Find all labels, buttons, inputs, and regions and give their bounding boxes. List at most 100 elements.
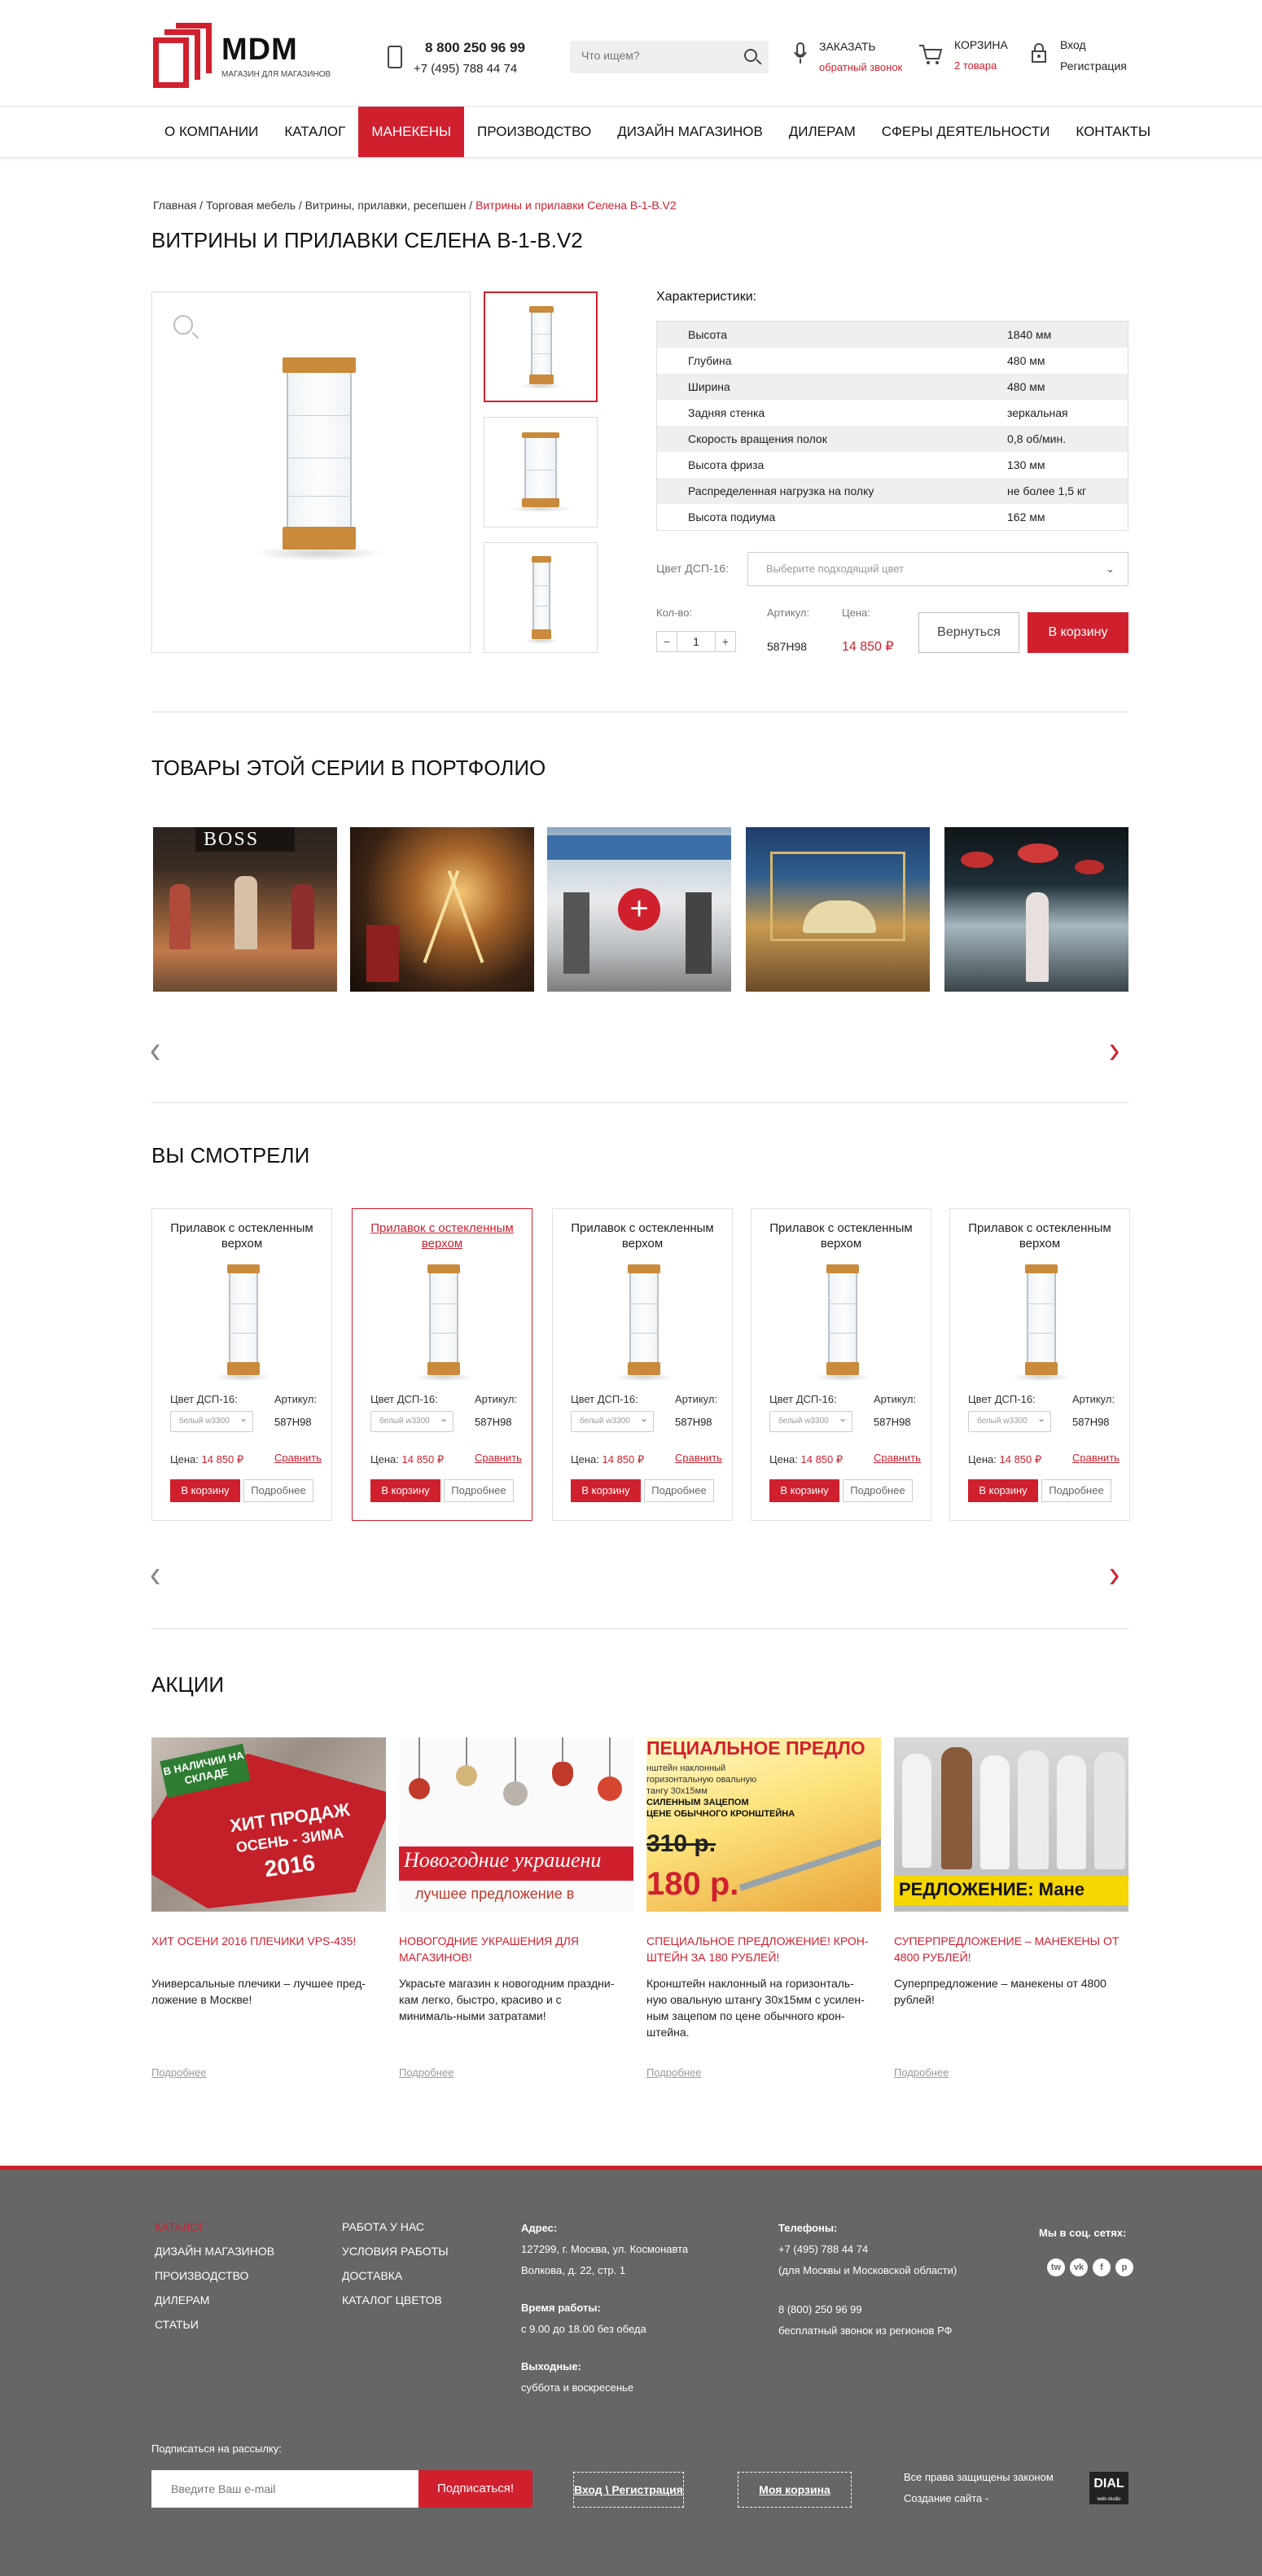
card-compare-link[interactable]: Сравнить [874,1452,921,1464]
header-phone-1[interactable]: 8 800 250 96 99 [414,37,525,59]
footer-menu-item[interactable]: СТАТЬИ [155,2312,274,2337]
register-link[interactable]: Регистрация [1060,55,1127,77]
card-compare-link[interactable]: Сравнить [274,1452,322,1464]
portfolio-image-2[interactable] [350,827,534,992]
card-color-select[interactable]: белый w3300 [170,1408,253,1432]
portfolio-prev-arrow[interactable]: ‹ [150,1029,160,1073]
nav-item[interactable]: ДИЗАЙН МАГАЗИНОВ [604,107,776,157]
viewed-prev-arrow[interactable]: ‹ [150,1553,160,1597]
product-card[interactable]: Прилавок с остекленным верхом Цвет ДСП-16… [151,1208,332,1521]
qty-input[interactable]: 1 [677,631,715,652]
pinterest-icon[interactable]: p [1115,2258,1133,2276]
card-title[interactable]: Прилавок с остекленным верхом [561,1220,724,1251]
nav-item[interactable]: ДИЛЕРАМ [776,107,869,157]
product-main-image[interactable] [151,291,471,653]
card-compare-link[interactable]: Сравнить [675,1452,722,1464]
promo-1-more-link[interactable]: Подробнее [151,2066,206,2079]
card-more-button[interactable]: Подробнее [843,1479,913,1502]
callback-link[interactable]: обратный звонок [819,57,902,78]
twitter-icon[interactable]: tw [1047,2258,1065,2276]
footer-menu-item[interactable]: ДОСТАВКА [342,2263,449,2288]
portfolio-image-4[interactable] [746,827,930,992]
card-cart-button[interactable]: В корзину [968,1479,1038,1502]
card-compare-link[interactable]: Сравнить [1072,1452,1120,1464]
studio-logo[interactable]: DIAL web-studio [1089,2472,1128,2504]
card-cart-button[interactable]: В корзину [769,1479,839,1502]
zoom-icon[interactable] [173,315,193,335]
promo-card-3[interactable]: ПЕЦИАЛЬНОЕ ПРЕДЛО нштейн наклонный гориз… [646,1737,881,2079]
search-icon[interactable] [744,49,757,62]
card-color-select[interactable]: белый w3300 [968,1408,1051,1432]
nav-item[interactable]: О КОМПАНИИ [151,107,271,157]
facebook-icon[interactable]: f [1093,2258,1111,2276]
product-card[interactable]: Прилавок с остекленным верхом Цвет ДСП-16… [751,1208,931,1521]
add-to-cart-button[interactable]: В корзину [1028,612,1128,653]
product-card[interactable]: Прилавок с остекленным верхом Цвет ДСП-16… [552,1208,733,1521]
zoom-plus-button[interactable]: + [618,888,660,931]
card-title[interactable]: Прилавок с остекленным верхом [160,1220,323,1251]
back-button[interactable]: Вернуться [918,612,1019,653]
footer-phone-1[interactable]: +7 (495) 788 44 74 [778,2239,1006,2260]
thumbnail-2[interactable] [484,417,598,528]
promo-2-more-link[interactable]: Подробнее [399,2066,454,2079]
promo-card-4[interactable]: РЕДЛОЖЕНИЕ: Мане СУПЕРПРЕДЛОЖЕНИЕ – МАНЕ… [894,1737,1128,2079]
nav-item[interactable]: СФЕРЫ ДЕЯТЕЛЬНОСТИ [869,107,1063,157]
promo-3-title[interactable]: СПЕЦИАЛЬНОЕ ПРЕДЛОЖЕНИЕ! КРОН-ШТЕЙН ЗА 1… [646,1933,874,1965]
promo-3-more-link[interactable]: Подробнее [646,2066,701,2079]
qty-minus-button[interactable]: − [656,631,677,652]
promo-4-more-link[interactable]: Подробнее [894,2066,949,2079]
promo-4-title[interactable]: СУПЕРПРЕДЛОЖЕНИЕ – МАНЕКЕНЫ ОТ 4800 РУБЛ… [894,1933,1122,1965]
footer-menu-item[interactable]: КАТАЛОГ ЦВЕТОВ [342,2288,449,2312]
qty-plus-button[interactable]: + [715,631,736,652]
footer-menu-item[interactable]: ДИЛЕРАМ [155,2288,274,2312]
thumbnail-1[interactable] [484,291,598,402]
viewed-next-arrow[interactable]: › [1109,1553,1120,1597]
card-title[interactable]: Прилавок с остекленным верхом [760,1220,922,1251]
footer-menu-item[interactable]: ДИЗАЙН МАГАЗИНОВ [155,2239,274,2263]
callback-block[interactable]: ЗАКАЗАТЬ обратный звонок [819,36,902,78]
card-cart-button[interactable]: В корзину [571,1479,641,1502]
portfolio-image-3[interactable]: + [547,827,731,992]
card-color-select[interactable]: белый w3300 [370,1408,454,1432]
card-more-button[interactable]: Подробнее [644,1479,714,1502]
card-title[interactable]: Прилавок с остекленным верхом [958,1220,1121,1251]
vk-icon[interactable]: vk [1070,2258,1088,2276]
nav-item[interactable]: ПРОИЗВОДСТВО [464,107,604,157]
nav-item[interactable]: КОНТАКТЫ [1063,107,1163,157]
footer-phone-2[interactable]: 8 (800) 250 96 99 [778,2299,1006,2320]
card-color-select[interactable]: белый w3300 [769,1408,852,1432]
card-cart-button[interactable]: В корзину [170,1479,240,1502]
card-more-button[interactable]: Подробнее [243,1479,313,1502]
promo-2-title[interactable]: НОВОГОДНИЕ УКРАШЕНИЯ ДЛЯ МАГАЗИНОВ! [399,1933,627,1965]
card-cart-button[interactable]: В корзину [370,1479,440,1502]
portfolio-next-arrow[interactable]: › [1109,1029,1120,1073]
footer-menu-item[interactable]: КАТАЛОГ [155,2215,274,2239]
nav-item[interactable]: КАТАЛОГ [271,107,358,157]
search-input[interactable] [581,49,736,62]
promo-1-title[interactable]: ХИТ ОСЕНИ 2016 ПЛЕЧИКИ VPS-435! [151,1933,379,1949]
promo-card-1[interactable]: В НАЛИЧИИ НА СКЛАДЕ ХИТ ПРОДАЖ ОСЕНЬ - З… [151,1737,386,2079]
logo[interactable]: MDM МАГАЗИН ДЛЯ МАГАЗИНОВ [153,23,331,88]
footer-menu-item[interactable]: УСЛОВИЯ РАБОТЫ [342,2239,449,2263]
subscribe-email-input[interactable]: Введите Ваш e-mail [151,2470,418,2508]
subscribe-button[interactable]: Подписаться! [418,2470,532,2508]
card-more-button[interactable]: Подробнее [1041,1479,1111,1502]
product-card[interactable]: Прилавок с остекленным верхом Цвет ДСП-16… [949,1208,1130,1521]
cart-block[interactable]: КОРЗИНА 2 товара [954,34,1008,77]
card-compare-link[interactable]: Сравнить [475,1452,522,1464]
thumbnail-3[interactable] [484,542,598,653]
breadcrumb-parts[interactable]: Главная / Торговая мебель / Витрины, при… [153,199,475,212]
footer-menu-item[interactable]: ПРОИЗВОДСТВО [155,2263,274,2288]
footer-menu-item[interactable]: РАБОТА У НАС [342,2215,449,2239]
portfolio-image-1[interactable]: BOSS [153,827,337,992]
footer-login-link[interactable]: Вход \ Регистрация [573,2472,684,2508]
footer-cart-link[interactable]: Моя корзина [738,2472,852,2508]
card-title[interactable]: Прилавок с остекленным верхом [361,1220,524,1251]
portfolio-image-5[interactable] [944,827,1128,992]
color-select[interactable]: Выберите подходящий цвет ⌄ [747,552,1128,586]
card-color-select[interactable]: белый w3300 [571,1408,654,1432]
promo-card-2[interactable]: Новогодние украшени лучшее предложение в… [399,1737,633,2079]
product-card[interactable]: Прилавок с остекленным верхом Цвет ДСП-16… [352,1208,532,1521]
header-phone-2[interactable]: +7 (495) 788 44 74 [414,59,525,80]
nav-item[interactable]: МАНЕКЕНЫ [358,107,465,157]
